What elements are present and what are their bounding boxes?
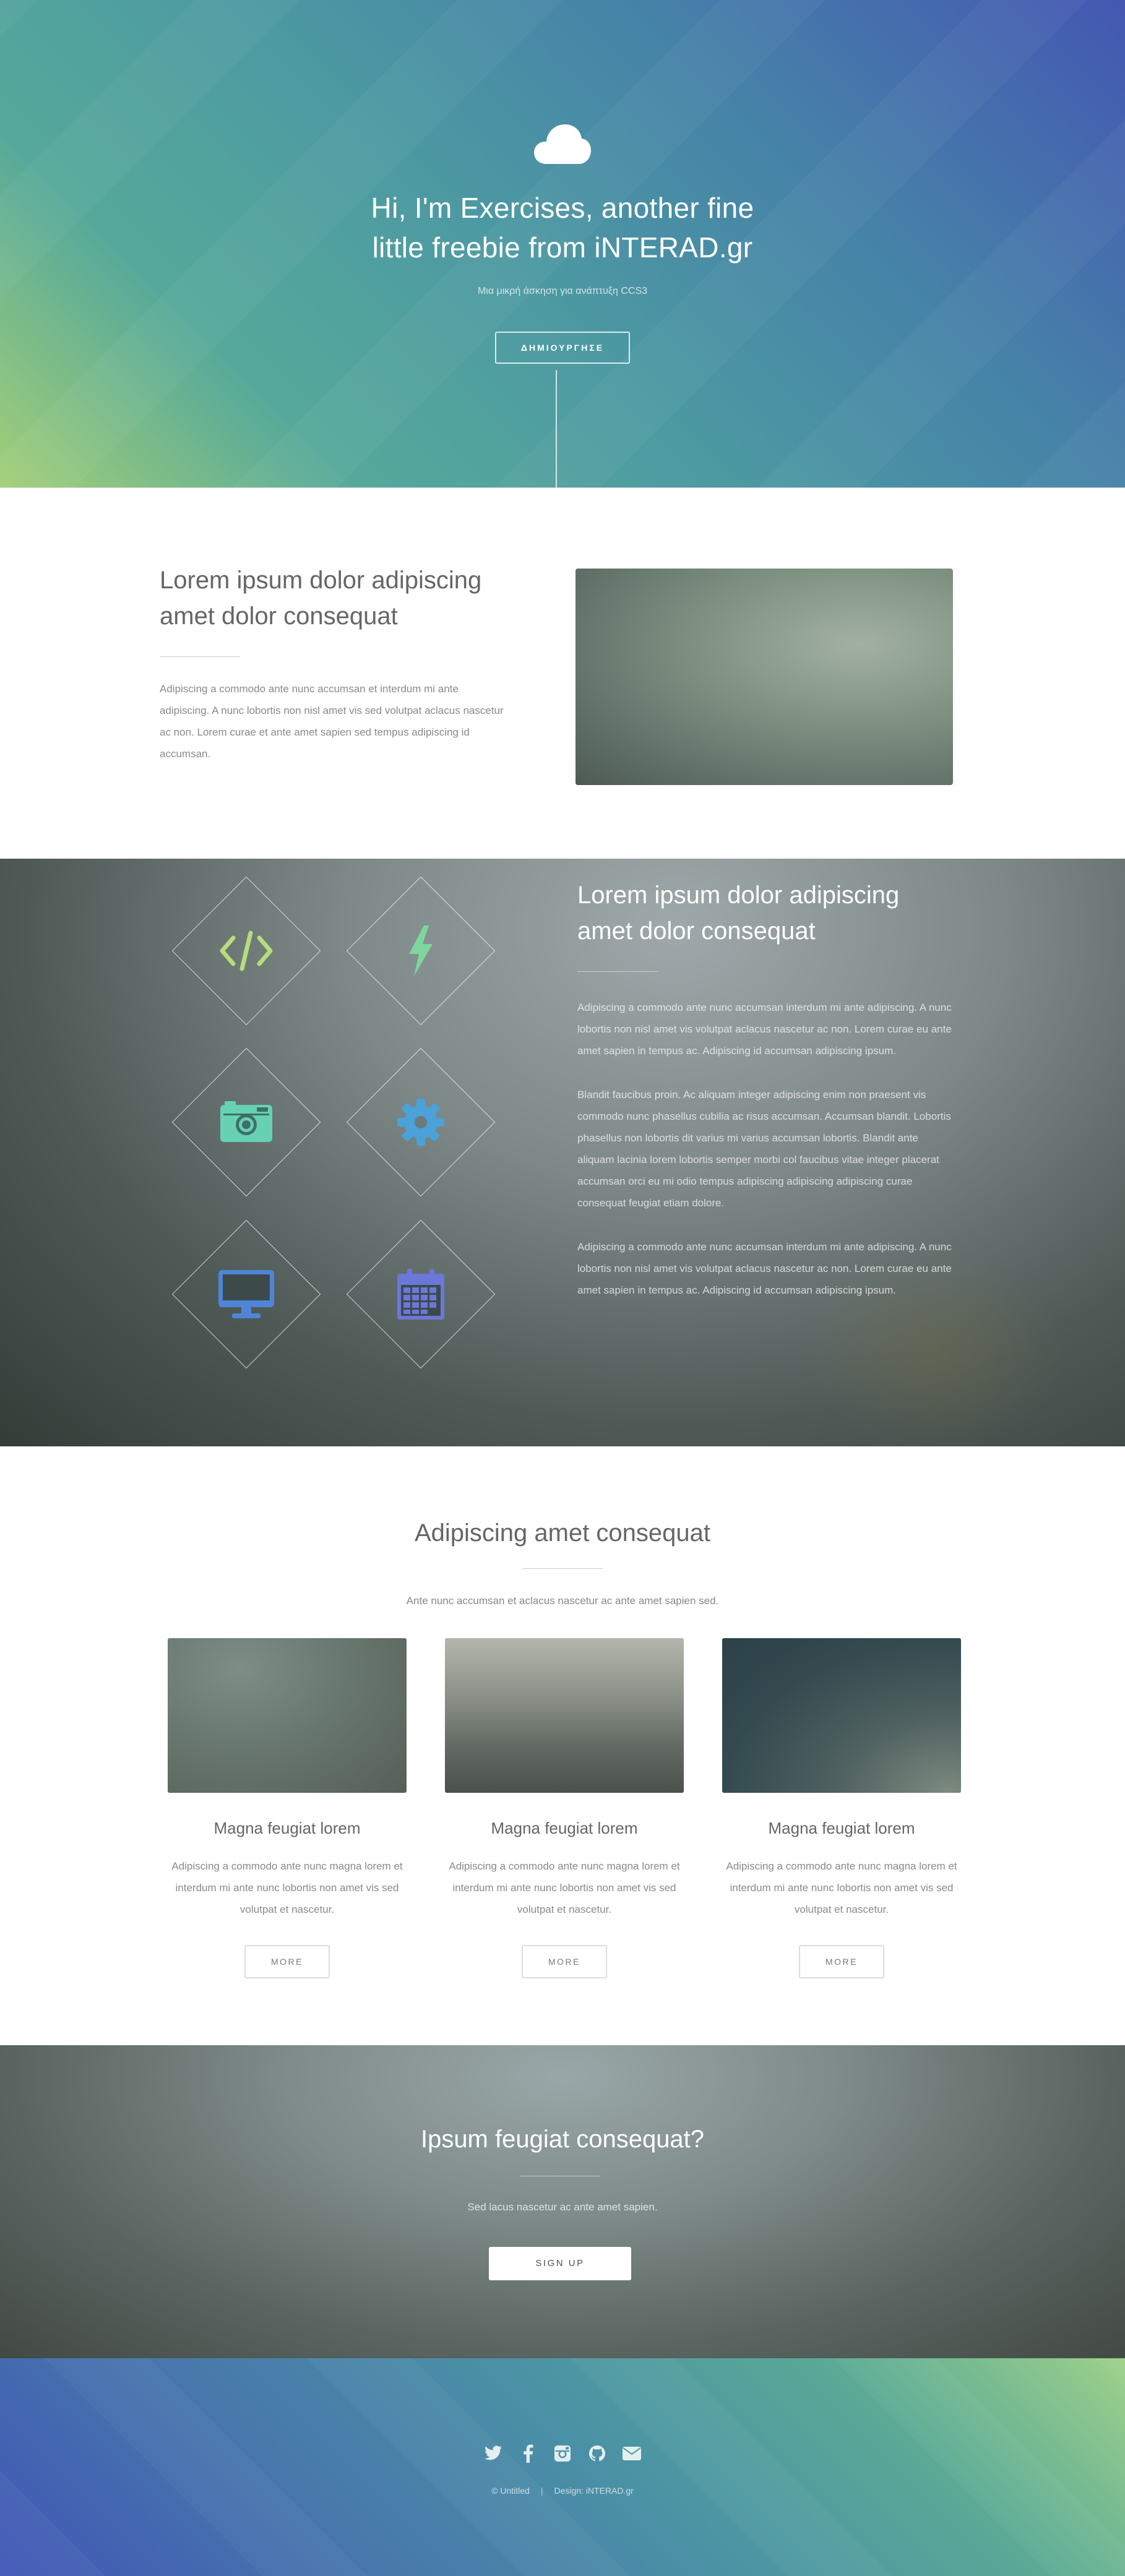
cta-section: Ipsum feugiat consequat? Sed lacus nasce… — [0, 2045, 1125, 2358]
hero-vertical-line — [556, 370, 557, 487]
gear-icon — [347, 1048, 495, 1196]
service-card-image — [168, 1638, 407, 1793]
services-lead: Ante nunc accumsan et aclacus nascetur a… — [406, 1595, 719, 1607]
hero-title-line2: little freebie from iNTERAD.gr — [372, 231, 753, 264]
instagram-icon[interactable] — [553, 2444, 572, 2463]
footer-stripes — [0, 2358, 1125, 2576]
copyright-separator: | — [540, 2486, 543, 2496]
create-button[interactable]: ΔΗΜΙΟΥΡΓΗΣΕ — [494, 332, 631, 364]
more-button[interactable]: MORE — [799, 1945, 884, 1978]
facebook-icon[interactable] — [518, 2444, 538, 2463]
features-title: Lorem ipsum dolor adipiscing amet dolor … — [577, 882, 900, 945]
service-card-image — [722, 1638, 961, 1793]
camera-retro-icon — [172, 1048, 321, 1196]
features-paragraph: Adipiscing a commodo ante nunc accumsan … — [577, 1241, 952, 1296]
twitter-icon[interactable] — [483, 2444, 503, 2463]
footer: © Untitled | Design: iNTERAD.gr — [0, 2358, 1125, 2576]
feature-diamond-calendar — [346, 1219, 496, 1369]
hero-title-part2: , another fine — [585, 192, 754, 224]
service-card-title: Magna feugiat lorem — [768, 1819, 915, 1837]
intro-section: Lorem ipsum dolor adipiscing amet dolor … — [0, 487, 1125, 859]
services-divider — [523, 1568, 603, 1569]
intro-divider — [160, 656, 240, 657]
hero-content: Hi, I'm Exercises, another fine little f… — [0, 0, 1125, 364]
features-paragraph: Blandit faucibus proin. Ac aliquam integ… — [577, 1089, 951, 1209]
features-section: Lorem ipsum dolor adipiscing amet dolor … — [0, 859, 1125, 1446]
calendar-icon — [347, 1220, 495, 1368]
service-card: Magna feugiat lorem Adipiscing a commodo… — [445, 1638, 684, 1978]
feature-diamond-camera — [171, 1047, 321, 1197]
intro-paragraph: Adipiscing a commodo ante nunc accumsan … — [160, 683, 504, 760]
bolt-icon — [347, 877, 495, 1025]
service-card-text: Adipiscing a commodo ante nunc magna lor… — [726, 1860, 957, 1915]
service-card: Magna feugiat lorem Adipiscing a commodo… — [168, 1638, 407, 1978]
service-card-image — [445, 1638, 684, 1793]
cloud-icon — [533, 121, 592, 166]
intro-image — [575, 569, 953, 785]
more-button[interactable]: MORE — [244, 1945, 330, 1978]
service-card-title: Magna feugiat lorem — [491, 1819, 638, 1837]
footer-copyright: © Untitled | Design: iNTERAD.gr — [0, 2486, 1125, 2496]
more-button[interactable]: MORE — [522, 1945, 607, 1978]
design-credit-link[interactable]: Design: iNTERAD.gr — [554, 2486, 633, 2496]
services-title: Adipiscing amet consequat — [414, 1519, 711, 1547]
services-section: Adipiscing amet consequat Ante nunc accu… — [0, 1446, 1125, 2045]
service-card: Magna feugiat lorem Adipiscing a commodo… — [722, 1638, 961, 1978]
sign-up-button[interactable]: SIGN UP — [489, 2247, 631, 2280]
copyright-text: © Untitled — [491, 2486, 530, 2496]
features-text: Lorem ipsum dolor adipiscing amet dolor … — [577, 877, 955, 1323]
hero-title: Hi, I'm Exercises, another fine little f… — [0, 188, 1125, 267]
feature-diamond-bolt — [346, 876, 496, 1026]
hero-title-bold: Exercises — [460, 192, 585, 224]
social-links — [0, 2444, 1125, 2463]
cta-title: Ipsum feugiat consequat? — [420, 2126, 705, 2153]
hero-subtitle: Μια μικρή άσκηση για ανάπτυξη CCS3 — [477, 286, 648, 296]
service-card-title: Magna feugiat lorem — [213, 1819, 361, 1837]
intro-text: Lorem ipsum dolor adipiscing amet dolor … — [160, 562, 506, 765]
intro-title: Lorem ipsum dolor adipiscing amet dolor … — [160, 567, 482, 630]
feature-diamond-code — [171, 876, 321, 1026]
envelope-icon[interactable] — [622, 2444, 642, 2463]
desktop-icon — [172, 1220, 321, 1368]
code-icon — [172, 877, 321, 1025]
service-card-text: Adipiscing a commodo ante nunc magna lor… — [449, 1860, 680, 1915]
features-paragraph: Adipiscing a commodo ante nunc accumsan … — [577, 1002, 952, 1057]
features-divider — [577, 971, 658, 972]
hero-banner: Hi, I'm Exercises, another fine little f… — [0, 0, 1125, 487]
github-icon[interactable] — [587, 2444, 607, 2463]
hero-title-part1: Hi, I'm — [371, 192, 460, 224]
feature-diamond-desktop — [171, 1219, 321, 1369]
feature-diamond-gear — [346, 1047, 496, 1197]
service-card-text: Adipiscing a commodo ante nunc magna lor… — [171, 1860, 403, 1915]
cta-lead: Sed lacus nascetur ac ante amet sapien. — [467, 2201, 658, 2213]
